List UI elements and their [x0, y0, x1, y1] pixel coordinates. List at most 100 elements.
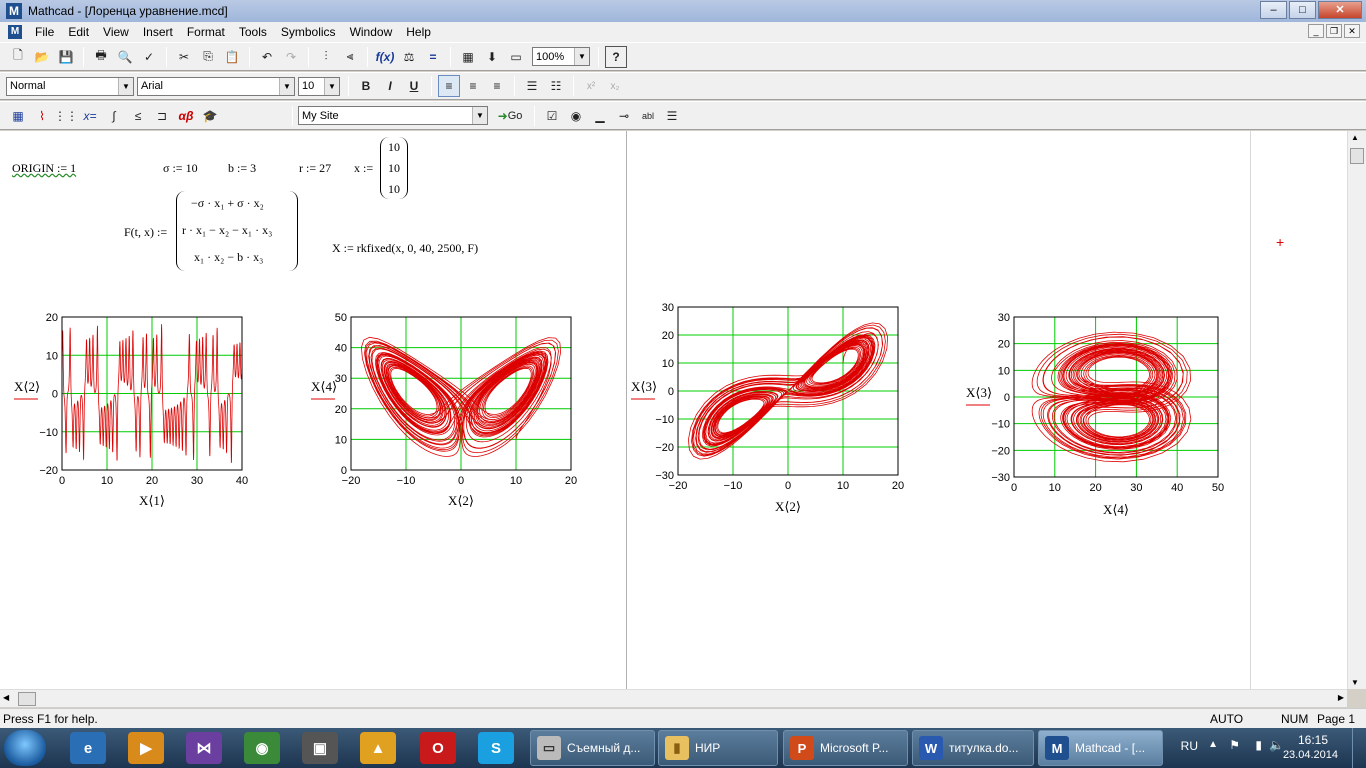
- align-right-icon[interactable]: ≡: [486, 75, 508, 97]
- insert-function-icon[interactable]: f(x): [374, 46, 396, 68]
- insert-unit-icon[interactable]: ⚖: [398, 46, 420, 68]
- calculate-icon[interactable]: =: [422, 46, 444, 68]
- radio-control-icon[interactable]: ◉: [565, 105, 587, 127]
- task-powerpoint[interactable]: P Microsoft P...: [783, 730, 908, 766]
- evaluation-icon[interactable]: x=: [79, 105, 101, 127]
- plot-x2-x4[interactable]: −20 −10 0 10 2050403020100X⟨2⟩X⟨4⟩: [305, 309, 590, 509]
- menu-view[interactable]: View: [96, 22, 136, 42]
- show-hidden-icons-icon[interactable]: ▲: [1208, 739, 1218, 750]
- symbolic-icon[interactable]: 🎓: [199, 105, 221, 127]
- textbox-control-icon[interactable]: abl: [637, 105, 659, 127]
- calculator-icon[interactable]: ▦: [7, 105, 29, 127]
- align-left-icon[interactable]: ≡: [438, 75, 460, 97]
- language-indicator[interactable]: RU: [1181, 739, 1198, 753]
- menu-format[interactable]: Format: [180, 22, 232, 42]
- internet-explorer-icon[interactable]: e: [70, 732, 106, 764]
- checkbox-control-icon[interactable]: ☑: [541, 105, 563, 127]
- component-icon[interactable]: ▦: [457, 46, 479, 68]
- task-word[interactable]: W титулка.do...: [912, 730, 1034, 766]
- menu-symbolics[interactable]: Symbolics: [274, 22, 343, 42]
- numbered-list-icon[interactable]: ☷: [545, 75, 567, 97]
- style-select[interactable]: Normal ▼: [6, 76, 134, 96]
- doc-close-button[interactable]: ✕: [1344, 24, 1360, 38]
- skype-icon[interactable]: S: [478, 732, 514, 764]
- document-icon[interactable]: M: [8, 25, 22, 39]
- italic-button[interactable]: I: [379, 75, 401, 97]
- worksheet[interactable]: ORIGIN := 1 σ := 10 b := 3 r := 27 x := …: [0, 131, 1347, 689]
- show-desktop-button[interactable]: [1352, 728, 1366, 768]
- button-control-icon[interactable]: ▁: [589, 105, 611, 127]
- font-size-select[interactable]: 10 ▼: [298, 76, 340, 96]
- plot-x2-x3[interactable]: −20 −10 0 10 203020100−10−20−30X⟨2⟩X⟨3⟩: [625, 301, 915, 516]
- print-preview-icon[interactable]: 🔍: [114, 46, 136, 68]
- scroll-left-icon[interactable]: ◀: [3, 693, 9, 702]
- close-button[interactable]: ✕: [1318, 1, 1362, 19]
- open-icon[interactable]: 📂: [31, 46, 53, 68]
- listbox-control-icon[interactable]: ☰: [661, 105, 683, 127]
- media-player-icon[interactable]: ▶: [128, 732, 164, 764]
- spellcheck-icon[interactable]: ✓: [138, 46, 160, 68]
- daemon-tools-icon[interactable]: ▲: [360, 732, 396, 764]
- redo-icon[interactable]: ↷: [280, 46, 302, 68]
- r-definition[interactable]: r := 27: [299, 161, 331, 176]
- plot-x1-x2[interactable]: 0 10 20 30 40 20 10 0 −10 −20 X⟨1⟩ X⟨2⟩: [10, 309, 250, 509]
- maximize-button[interactable]: □: [1289, 1, 1316, 19]
- align-center-icon[interactable]: ≡: [462, 75, 484, 97]
- matrix-icon[interactable]: ⋮⋮: [54, 105, 78, 127]
- sigma-definition[interactable]: σ := 10: [163, 161, 198, 176]
- vertical-scroll-thumb[interactable]: [1350, 148, 1364, 164]
- horizontal-scroll-thumb[interactable]: [18, 692, 36, 706]
- menu-tools[interactable]: Tools: [232, 22, 274, 42]
- b-definition[interactable]: b := 3: [228, 161, 256, 176]
- task-removable-drive[interactable]: ▭ Съемный д...: [530, 730, 655, 766]
- clock-time[interactable]: 16:15: [1298, 733, 1328, 747]
- visual-studio-icon[interactable]: ⋈: [186, 732, 222, 764]
- save-icon[interactable]: 💾: [55, 46, 77, 68]
- zoom-select[interactable]: 100% ▼: [532, 47, 590, 66]
- menu-edit[interactable]: Edit: [61, 22, 96, 42]
- go-button[interactable]: ➜ Go: [492, 105, 528, 127]
- doc-minimize-button[interactable]: _: [1308, 24, 1324, 38]
- programming-icon[interactable]: ⊐: [151, 105, 173, 127]
- bullet-list-icon[interactable]: ☰: [521, 75, 543, 97]
- chrome-icon[interactable]: ◉: [244, 732, 280, 764]
- bold-button[interactable]: B: [355, 75, 377, 97]
- calculus-icon[interactable]: ∫: [103, 105, 125, 127]
- superscript-icon[interactable]: x²: [580, 75, 602, 97]
- menu-insert[interactable]: Insert: [136, 22, 180, 42]
- volume-icon[interactable]: 🔈: [1269, 738, 1284, 752]
- scroll-down-icon[interactable]: ▼: [1351, 678, 1359, 687]
- horizontal-scrollbar[interactable]: ◀ ▶: [0, 689, 1347, 707]
- minimize-button[interactable]: –: [1260, 1, 1287, 19]
- boolean-icon[interactable]: ≤: [127, 105, 149, 127]
- window-icon[interactable]: ▭: [505, 46, 527, 68]
- task-folder-nir[interactable]: ▮ НИР: [658, 730, 778, 766]
- f-definition-label[interactable]: F(t, x) :=: [124, 225, 167, 240]
- plot-x4-x3[interactable]: 0 10 20 30 40 50 30 20 10 0 −10 −20 −30 X⟨4⟩ X⟨3⟩: [960, 309, 1235, 517]
- graph-icon[interactable]: ⌇: [31, 105, 53, 127]
- undo-icon[interactable]: ↶: [256, 46, 278, 68]
- menu-file[interactable]: File: [28, 22, 61, 42]
- new-icon[interactable]: 🗋: [7, 46, 29, 68]
- start-button[interactable]: [4, 730, 46, 766]
- network-icon[interactable]: ▮: [1255, 738, 1262, 752]
- opera-icon[interactable]: O: [420, 732, 456, 764]
- paste-icon[interactable]: 📋: [221, 46, 243, 68]
- site-select[interactable]: My Site ▼: [298, 106, 488, 125]
- cut-icon[interactable]: ✂: [173, 46, 195, 68]
- rkfixed-definition[interactable]: X := rkfixed(x, 0, 40, 2500, F): [332, 241, 478, 256]
- x-definition-label[interactable]: x :=: [354, 161, 373, 176]
- drive-tool-icon[interactable]: ▣: [302, 732, 338, 764]
- help-icon[interactable]: ?: [605, 45, 627, 68]
- task-mathcad[interactable]: M Mathcad - [...: [1038, 730, 1163, 766]
- doc-restore-button[interactable]: ❐: [1326, 24, 1342, 38]
- x-initial-vector[interactable]: 10 10 10: [380, 137, 408, 199]
- f-vector[interactable]: −σ · x₁ + σ · x₂ r · x₁ − x₂ − x₁ · x₃ x…: [176, 191, 298, 271]
- subscript-icon[interactable]: x₂: [604, 75, 626, 97]
- scroll-up-icon[interactable]: ▲: [1351, 133, 1359, 142]
- menu-window[interactable]: Window: [343, 22, 400, 42]
- action-center-flag-icon[interactable]: ⚑: [1229, 738, 1240, 752]
- origin-definition[interactable]: ORIGIN := 1: [12, 161, 76, 176]
- font-select[interactable]: Arial ▼: [137, 76, 295, 96]
- align-down-icon[interactable]: ⫷: [339, 46, 361, 68]
